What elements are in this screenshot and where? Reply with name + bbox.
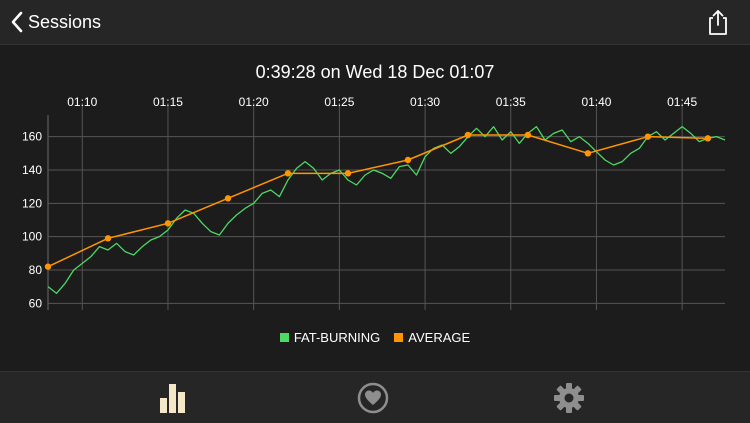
x-axis: 01:10 01:15 01:20 01:25 01:30 01:35 01:40 01:45 xyxy=(67,95,697,109)
x-tick-label: 01:15 xyxy=(153,95,183,109)
series-line-average xyxy=(47,134,708,268)
x-tick-label: 01:30 xyxy=(410,95,440,109)
legend-swatch-fat-burning xyxy=(279,333,289,342)
data-point-average xyxy=(104,235,112,242)
bar-chart-icon xyxy=(160,384,185,413)
legend-label-fat-burning: FAT-BURNING xyxy=(293,330,381,345)
legend-item-average: AVERAGE xyxy=(394,330,470,345)
chevron-left-icon xyxy=(11,11,23,33)
y-tick-label: 100 xyxy=(22,230,42,244)
stats-tab[interactable] xyxy=(157,380,193,416)
data-point-average xyxy=(344,170,352,177)
x-tick-label: 01:10 xyxy=(67,95,97,109)
chart-legend: FAT-BURNING AVERAGE xyxy=(0,330,750,345)
heart-rate-chart: 01:10 01:15 01:20 01:25 01:30 01:35 01:40 01:45… xyxy=(22,95,726,311)
data-point-average xyxy=(404,156,412,164)
y-tick-label: 160 xyxy=(22,130,42,144)
data-point-average xyxy=(584,150,592,157)
back-button[interactable]: Sessions xyxy=(10,8,101,36)
x-tick-label: 01:35 xyxy=(496,95,526,109)
gear-icon xyxy=(554,383,584,413)
session-title: 0:39:28 on Wed 18 Dec 01:07 xyxy=(255,62,495,82)
x-tick-label: 01:45 xyxy=(667,95,697,109)
data-point-average xyxy=(644,133,652,140)
settings-tab[interactable] xyxy=(551,380,587,416)
back-button-label: Sessions xyxy=(28,11,102,32)
y-tick-label: 140 xyxy=(22,163,42,177)
x-tick-label: 01:20 xyxy=(239,95,269,109)
data-point-average xyxy=(44,263,52,270)
share-icon xyxy=(709,10,727,35)
y-tick-label: 120 xyxy=(22,196,42,210)
data-point-average xyxy=(164,220,172,227)
data-point-average xyxy=(464,131,472,139)
legend-item-fat-burning: FAT-BURNING xyxy=(279,330,381,345)
series-line-fat-burning xyxy=(47,126,726,294)
x-tick-label: 01:40 xyxy=(581,95,611,109)
share-button[interactable] xyxy=(706,8,730,36)
chart-grid xyxy=(47,103,725,310)
y-axis: 60 80 100 120 140 160 xyxy=(22,130,42,311)
navigation-bar: Sessions xyxy=(0,0,750,45)
heart-icon xyxy=(357,382,389,414)
data-point-average xyxy=(224,195,232,202)
x-tick-label: 01:25 xyxy=(324,95,354,109)
data-point-average xyxy=(524,131,532,139)
tab-bar xyxy=(0,371,750,423)
data-point-average xyxy=(284,170,292,177)
y-tick-label: 80 xyxy=(29,263,43,277)
legend-label-average: AVERAGE xyxy=(408,330,471,345)
chart-series xyxy=(44,126,726,294)
legend-swatch-average xyxy=(394,333,404,342)
y-tick-label: 60 xyxy=(29,296,43,310)
data-point-average xyxy=(704,135,712,142)
heart-tab[interactable] xyxy=(355,380,391,416)
